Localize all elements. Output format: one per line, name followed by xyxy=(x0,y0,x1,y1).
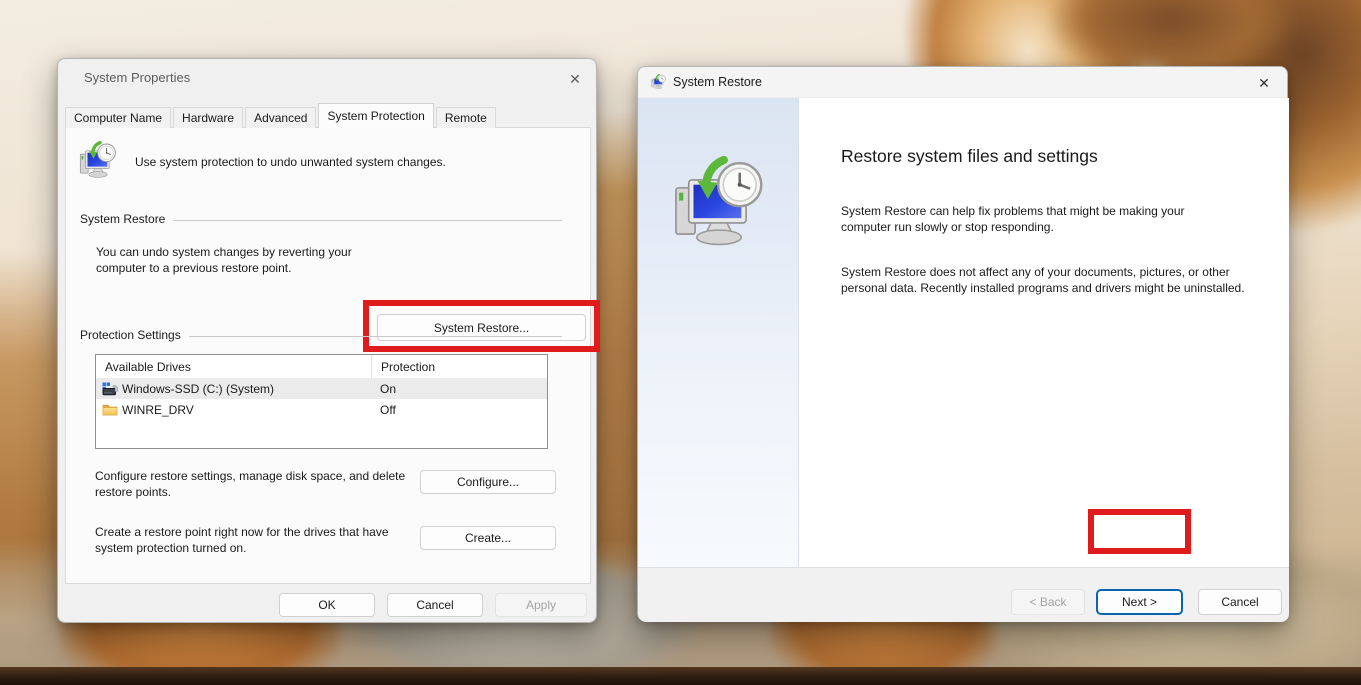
drive-icon xyxy=(102,382,118,396)
ok-button[interactable]: OK xyxy=(279,593,375,617)
apply-button[interactable]: Apply xyxy=(495,593,587,617)
group-divider xyxy=(173,220,562,221)
configure-button[interactable]: Configure... xyxy=(420,470,556,494)
system-restore-group: System Restore xyxy=(80,212,562,226)
wizard-footer: < Back Next > Cancel xyxy=(638,567,1289,622)
tab-advanced[interactable]: Advanced xyxy=(245,107,316,128)
wallpaper-dark-edge xyxy=(0,667,1361,685)
wizard-sidebar xyxy=(638,98,799,567)
wizard-titlebar: System Restore ✕ xyxy=(638,67,1287,98)
system-restore-icon xyxy=(77,141,119,183)
table-header-row: Available Drives Protection xyxy=(96,355,547,378)
system-restore-icon-large xyxy=(668,156,770,258)
protection-status: On xyxy=(371,382,547,396)
wizard-paragraph-1: System Restore can help fix problems tha… xyxy=(841,203,1226,235)
available-drives-table: Available Drives Protection Windows-SSD … xyxy=(95,354,548,449)
column-header-protection[interactable]: Protection xyxy=(371,355,547,378)
wizard-paragraph-2: System Restore does not affect any of yo… xyxy=(841,264,1251,296)
cancel-button[interactable]: Cancel xyxy=(1198,589,1282,615)
tab-hardware[interactable]: Hardware xyxy=(173,107,243,128)
configure-description: Configure restore settings, manage disk … xyxy=(95,468,417,500)
folder-icon xyxy=(102,403,118,417)
wizard-title: System Restore xyxy=(673,75,762,89)
highlight-box-next xyxy=(1088,509,1191,554)
system-properties-title: System Properties xyxy=(84,70,190,85)
system-restore-icon xyxy=(650,74,667,91)
group-divider xyxy=(189,336,562,337)
drive-name: WINRE_DRV xyxy=(122,403,194,417)
close-icon[interactable]: ✕ xyxy=(564,68,586,90)
protection-settings-group: Protection Settings xyxy=(80,328,562,342)
tab-system-protection[interactable]: System Protection xyxy=(318,103,433,128)
system-restore-wizard-dialog: System Restore ✕ Restore system files an… xyxy=(637,66,1288,621)
cancel-button[interactable]: Cancel xyxy=(387,593,483,617)
system-protection-tab-page: Use system protection to undo unwanted s… xyxy=(65,127,591,584)
back-button[interactable]: < Back xyxy=(1011,589,1085,615)
table-row[interactable]: Windows-SSD (C:) (System) On xyxy=(96,378,547,399)
table-row[interactable]: WINRE_DRV Off xyxy=(96,399,547,420)
property-sheet-tabs: Computer Name Hardware Advanced System P… xyxy=(65,103,498,128)
tab-intro-text: Use system protection to undo unwanted s… xyxy=(135,155,446,169)
next-button[interactable]: Next > xyxy=(1096,589,1183,615)
column-header-available-drives[interactable]: Available Drives xyxy=(96,355,371,378)
wizard-heading: Restore system files and settings xyxy=(841,146,1098,167)
create-button[interactable]: Create... xyxy=(420,526,556,550)
system-restore-description: You can undo system changes by reverting… xyxy=(96,244,372,276)
protection-status: Off xyxy=(371,403,547,417)
create-description: Create a restore point right now for the… xyxy=(95,524,417,556)
tab-computer-name[interactable]: Computer Name xyxy=(65,107,171,128)
protection-settings-group-label: Protection Settings xyxy=(80,328,181,342)
wizard-body: Restore system files and settings System… xyxy=(638,98,1289,567)
tab-remote[interactable]: Remote xyxy=(436,107,496,128)
drive-name: Windows-SSD (C:) (System) xyxy=(122,382,274,396)
system-properties-dialog: System Properties ✕ Computer Name Hardwa… xyxy=(57,58,597,623)
system-restore-group-label: System Restore xyxy=(80,212,165,226)
close-icon[interactable]: ✕ xyxy=(1253,72,1275,94)
